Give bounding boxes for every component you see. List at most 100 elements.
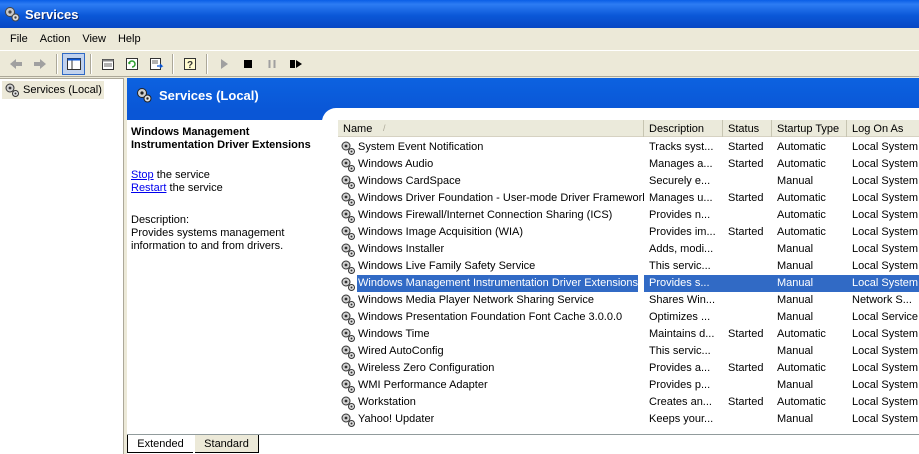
services-gear-icon: [5, 83, 19, 97]
cell-log-on-as: Local System: [852, 362, 919, 374]
cell-status: Started: [728, 192, 764, 204]
cell-log-on-as: Local System: [852, 158, 919, 170]
cell-status: [723, 411, 772, 428]
tree-item-services-local[interactable]: Services (Local): [2, 81, 104, 99]
table-row[interactable]: Windows Installer Adds, modi... Manual Loca…: [338, 241, 919, 258]
menu-action[interactable]: Action: [34, 31, 77, 47]
services-list: Name / Description Status Startup Type L…: [338, 120, 919, 434]
restart-service-button[interactable]: [284, 53, 307, 75]
service-name: Workstation: [358, 396, 416, 408]
table-row[interactable]: Wired AutoConfig This servic... Manual Loca…: [338, 343, 919, 360]
stop-service-link[interactable]: Stop: [131, 169, 154, 181]
pause-service-button[interactable]: [260, 53, 283, 75]
forward-button[interactable]: [28, 53, 51, 75]
services-gear-icon: [137, 88, 152, 103]
cell-startup-type: Automatic: [777, 209, 826, 221]
toolbar: ?: [0, 50, 919, 77]
cell-description: Provides n...: [649, 209, 711, 221]
table-row[interactable]: Windows CardSpace Securely e... Manual Loca…: [338, 173, 919, 190]
table-row[interactable]: Wireless Zero Configuration Provides a...…: [338, 360, 919, 377]
header-band-decoration: [127, 112, 327, 120]
table-row[interactable]: Windows Driver Foundation - User-mode Dr…: [338, 190, 919, 207]
menu-view[interactable]: View: [76, 31, 112, 47]
help-button[interactable]: ?: [178, 53, 201, 75]
back-button[interactable]: [4, 53, 27, 75]
service-gear-icon: [341, 345, 355, 359]
service-gear-icon: [341, 413, 355, 427]
column-header-description[interactable]: Description: [644, 120, 723, 137]
cell-description: Tracks syst...: [649, 141, 714, 153]
cell-log-on-as: Network S...: [852, 294, 912, 306]
cell-startup-type: Automatic: [777, 362, 826, 374]
table-row[interactable]: Workstation Creates an... Started Automatic…: [338, 394, 919, 411]
column-header-name[interactable]: Name /: [338, 120, 644, 137]
view-tabs: Extended Standard: [127, 434, 919, 454]
cell-name: Windows Management Instrumentation Drive…: [338, 275, 644, 292]
cell-description: Manages u...: [649, 192, 713, 204]
list-header: Name / Description Status Startup Type L…: [338, 120, 919, 137]
restart-service-link[interactable]: Restart: [131, 182, 166, 194]
menu-file[interactable]: File: [4, 31, 34, 47]
refresh-icon: [125, 57, 138, 70]
properties-button[interactable]: [96, 53, 119, 75]
table-row[interactable]: System Event Notification Tracks syst... S…: [338, 139, 919, 156]
service-gear-icon: [341, 141, 355, 155]
table-row[interactable]: Windows Live Family Safety Service This s…: [338, 258, 919, 275]
service-name: Windows Image Acquisition (WIA): [358, 226, 524, 238]
show-hide-tree-button[interactable]: [62, 52, 85, 75]
service-gear-icon: [341, 158, 355, 172]
show-hide-tree-icon: [66, 57, 81, 70]
column-header-startup-type[interactable]: Startup Type: [772, 120, 847, 137]
cell-log-on-as: Local System: [852, 260, 919, 272]
table-row[interactable]: Yahoo! Updater Keeps your... Manual Local S…: [338, 411, 919, 428]
stop-link-suffix: the service: [153, 169, 210, 181]
service-name: Yahoo! Updater: [358, 413, 435, 425]
service-gear-icon: [341, 311, 355, 325]
refresh-button[interactable]: [120, 53, 143, 75]
cell-startup-type: Automatic: [777, 158, 826, 170]
window-title: Services: [25, 6, 79, 22]
menu-bar: File Action View Help: [0, 28, 919, 50]
cell-name: Wireless Zero Configuration: [338, 360, 644, 377]
cell-status: [723, 207, 772, 224]
stop-service-button[interactable]: [236, 53, 259, 75]
table-row[interactable]: Windows Management Instrumentation Drive…: [338, 275, 919, 292]
column-header-status[interactable]: Status: [723, 120, 772, 137]
cell-log-on-as: Local System: [852, 413, 919, 425]
service-name: Windows Presentation Foundation Font Cac…: [358, 311, 623, 323]
menu-help[interactable]: Help: [112, 31, 147, 47]
table-row[interactable]: Windows Media Player Network Sharing Ser…: [338, 292, 919, 309]
service-gear-icon: [341, 175, 355, 189]
cell-status: [723, 292, 772, 309]
cell-status: Started: [728, 158, 764, 170]
table-row[interactable]: Windows Audio Manages a... Started Automati…: [338, 156, 919, 173]
help-icon: ?: [183, 57, 196, 71]
service-name: Windows Driver Foundation - User-mode Dr…: [358, 192, 644, 204]
cell-log-on-as: Local System: [852, 175, 919, 187]
column-header-log-on-as[interactable]: Log On As: [847, 120, 919, 137]
cell-log-on-as: Local System: [852, 209, 919, 221]
cell-log-on-as: Local Service: [852, 311, 919, 323]
table-row[interactable]: Windows Image Acquisition (WIA) Provides …: [338, 224, 919, 241]
stop-icon: [243, 59, 252, 68]
table-row[interactable]: WMI Performance Adapter Provides p... Manu…: [338, 377, 919, 394]
console-tree: Services (Local): [0, 78, 124, 454]
cell-description: Keeps your...: [649, 413, 714, 425]
cell-status: Started: [728, 141, 764, 153]
list-body: System Event Notification Tracks syst... S…: [338, 139, 919, 428]
cell-status: Started: [728, 328, 764, 340]
restart-link-suffix: the service: [166, 182, 223, 194]
cell-startup-type: Automatic: [777, 328, 826, 340]
start-service-button[interactable]: [212, 53, 235, 75]
export-list-button[interactable]: [144, 53, 167, 75]
tab-extended[interactable]: Extended: [127, 435, 193, 453]
service-name: System Event Notification: [358, 141, 484, 153]
cell-log-on-as: Local System: [852, 141, 919, 153]
tab-standard[interactable]: Standard: [195, 435, 259, 453]
cell-name: Windows Media Player Network Sharing Ser…: [338, 292, 644, 309]
cell-description: Provides im...: [649, 226, 716, 238]
table-row[interactable]: Windows Presentation Foundation Font Cac…: [338, 309, 919, 326]
table-row[interactable]: Windows Firewall/Internet Connection Sha…: [338, 207, 919, 224]
table-row[interactable]: Windows Time Maintains d... Started Automat…: [338, 326, 919, 343]
services-gear-icon: [5, 7, 20, 22]
